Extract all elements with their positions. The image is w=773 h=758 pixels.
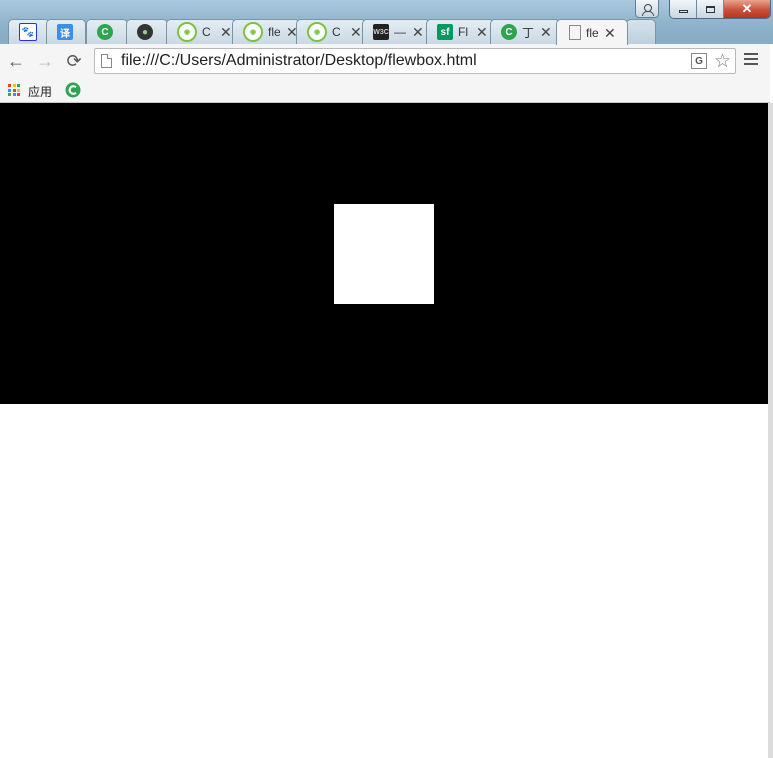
profile-icon[interactable] [635,0,659,18]
bookmark-star-icon[interactable]: ☆ [714,50,731,73]
flex-container [0,103,768,404]
new-tab-button[interactable] [626,19,656,44]
tab-title: — [394,25,406,39]
dark-globe-icon: ● [137,24,153,40]
page-icon [101,54,112,68]
c-logo-icon[interactable] [65,82,81,98]
eye-icon: ◉ [177,22,197,42]
tab-close-icon[interactable]: ✕ [350,25,362,39]
menu-icon[interactable] [744,53,758,67]
reload-button[interactable]: ⟳ [64,51,84,71]
tab-title: fle [268,25,280,39]
apps-icon[interactable] [8,84,20,96]
address-bar[interactable]: file:///C:/Users/Administrator/Desktop/f… [94,48,736,74]
url-text[interactable]: file:///C:/Users/Administrator/Desktop/f… [121,52,477,70]
window-controls: ✕ [669,0,771,19]
page-viewport [0,103,768,758]
window-edge [768,103,773,758]
tab-title: C [202,25,211,39]
eye-icon: ◉ [307,22,327,42]
forward-button[interactable]: → [35,51,55,71]
tab-sf[interactable]: sf Fl ✕ [426,19,494,44]
tab-title: C [332,25,341,39]
window-titlebar: ✕ 🐾 译 C ● ◉ C ✕ ◉ fle ✕ ◉ C ✕ W3C — ✕ sf… [0,0,773,45]
translate-icon: 译 [57,24,73,40]
c-logo-icon: C [501,24,517,40]
tab-c-2[interactable]: C 丁 ✕ [490,19,560,44]
tab-close-icon[interactable]: ✕ [540,25,552,39]
tab-title: fle [586,25,598,40]
close-window-button[interactable]: ✕ [724,0,770,18]
tab-close-icon[interactable]: ✕ [412,25,424,39]
w3c-icon: W3C [373,24,389,40]
tab-baidu[interactable]: 🐾 [8,19,50,44]
tab-globe[interactable]: ● [126,19,168,44]
baidu-paw-icon: 🐾 [19,23,37,41]
c-logo-icon: C [97,24,113,40]
bookmarks-bar: 应用 [0,78,770,103]
page-icon [569,25,581,40]
tab-w3c[interactable]: W3C — ✕ [362,19,430,44]
flex-item-square [334,204,434,304]
tab-c-1[interactable]: C [86,19,128,44]
eye-icon: ◉ [243,22,263,42]
back-button[interactable]: ← [6,51,26,71]
tab-title: 丁 [522,25,534,40]
tab-translate[interactable]: 译 [46,19,86,44]
minimize-button[interactable] [670,0,697,18]
maximize-button[interactable] [697,0,724,18]
sf-icon: sf [437,24,453,40]
tab-close-icon[interactable]: ✕ [604,26,616,40]
tab-eye-1[interactable]: ◉ C ✕ [166,19,236,44]
tab-close-icon[interactable]: ✕ [220,25,232,39]
tab-eye-3[interactable]: ◉ C ✕ [296,19,366,44]
tab-title: Fl [458,25,468,39]
tab-eye-2[interactable]: ◉ fle ✕ [232,19,300,44]
tab-active-flewbox[interactable]: fle ✕ [556,19,628,45]
apps-bookmark-label[interactable]: 应用 [28,83,52,100]
translate-icon[interactable]: G [691,53,707,69]
browser-toolbar: ← → ⟳ file:///C:/Users/Administrator/Des… [0,44,770,78]
tab-close-icon[interactable]: ✕ [476,25,488,39]
